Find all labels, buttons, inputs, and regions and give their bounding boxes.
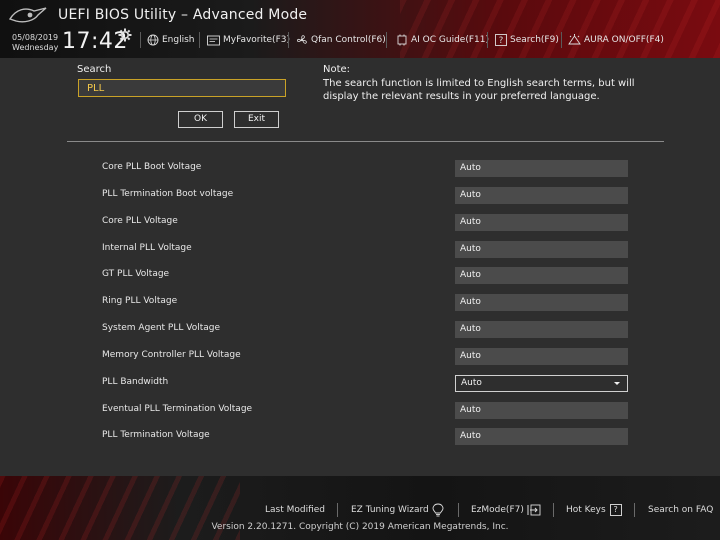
- setting-label: PLL Bandwidth: [102, 377, 169, 387]
- copyright-text: Version 2.20.1271. Copyright (C) 2019 Am…: [211, 522, 509, 532]
- question-key-icon: ?: [609, 504, 622, 516]
- footer-separator: [337, 503, 338, 517]
- setting-label: Eventual PLL Termination Voltage: [102, 404, 253, 414]
- menu-separator: [140, 32, 141, 48]
- setting-label: PLL Termination Boot voltage: [102, 189, 234, 199]
- setting-row: PLL Bandwidth Auto: [0, 374, 720, 401]
- dropdown-value: Auto: [461, 378, 482, 388]
- qfan-control-button[interactable]: Qfan Control(F6): [296, 31, 386, 49]
- setting-row: Internal PLL Voltage Auto: [0, 240, 720, 267]
- search-faq-label: Search on FAQ: [648, 505, 714, 515]
- search-menu-label: Search(F9): [510, 35, 559, 45]
- setting-row: PLL Termination Voltage Auto: [0, 427, 720, 454]
- setting-label: Memory Controller PLL Voltage: [102, 350, 241, 360]
- main-panel: Search OK Exit Note: The search function…: [0, 58, 720, 476]
- setting-value-field[interactable]: Auto: [455, 348, 628, 365]
- setting-row: System Agent PLL Voltage Auto: [0, 320, 720, 347]
- setting-row: PLL Termination Boot voltage Auto: [0, 186, 720, 213]
- setting-label: System Agent PLL Voltage: [102, 323, 220, 333]
- search-label: Search: [77, 64, 112, 75]
- ai-oc-guide-label: AI OC Guide(F11): [411, 35, 489, 45]
- setting-value-field[interactable]: Auto: [455, 267, 628, 284]
- language-label: English: [162, 35, 195, 45]
- setting-label: Core PLL Boot Voltage: [102, 162, 202, 172]
- menu-separator: [288, 32, 289, 48]
- search-input[interactable]: [78, 79, 286, 97]
- lightbulb-icon: [432, 503, 444, 517]
- qfan-control-label: Qfan Control(F6): [311, 35, 386, 45]
- hot-keys-label: Hot Keys: [566, 505, 606, 515]
- note-text: The search function is limited to Englis…: [323, 78, 635, 102]
- ok-button[interactable]: OK: [178, 111, 223, 128]
- setting-label: PLL Termination Voltage: [102, 430, 210, 440]
- setting-row: GT PLL Voltage Auto: [0, 266, 720, 293]
- weekday-text: Wednesday: [12, 43, 59, 52]
- setting-value-field[interactable]: Auto: [455, 214, 628, 231]
- ai-oc-guide-button[interactable]: AI OC Guide(F11): [396, 31, 489, 49]
- footer-bar: Last Modified EZ Tuning Wizard EzMode(F7…: [0, 476, 720, 540]
- aura-icon: [568, 34, 581, 45]
- ez-mode-button[interactable]: EzMode(F7): [471, 502, 541, 518]
- last-modified-label: Last Modified: [265, 505, 326, 515]
- setting-label: Core PLL Voltage: [102, 216, 178, 226]
- language-button[interactable]: English: [147, 31, 195, 49]
- search-faq-button[interactable]: Search on FAQ: [648, 502, 713, 518]
- footer-separator: [634, 503, 635, 517]
- globe-icon: [147, 34, 159, 46]
- setting-value-field[interactable]: Auto: [455, 294, 628, 311]
- rog-logo-icon: [8, 7, 47, 23]
- title-bar: UEFI BIOS Utility – Advanced Mode 05/08/…: [0, 0, 720, 58]
- myfavorite-button[interactable]: MyFavorite(F3): [207, 31, 290, 49]
- date-text: 05/08/2019: [12, 33, 59, 42]
- setting-value-field[interactable]: Auto: [455, 402, 628, 419]
- setting-label: Internal PLL Voltage: [102, 243, 192, 253]
- menu-separator: [561, 32, 562, 48]
- setting-value-field[interactable]: Auto: [455, 241, 628, 258]
- window-title: UEFI BIOS Utility – Advanced Mode: [58, 7, 308, 23]
- myfavorite-label: MyFavorite(F3): [223, 35, 290, 45]
- setting-value-field[interactable]: Auto: [455, 187, 628, 204]
- svg-text:?: ?: [499, 36, 504, 46]
- ez-tuning-label: EZ Tuning Wizard: [351, 505, 429, 515]
- header-decoration: [400, 0, 720, 58]
- footer-separator: [553, 503, 554, 517]
- search-button[interactable]: ? Search(F9): [495, 31, 559, 49]
- setting-row: Core PLL Boot Voltage Auto: [0, 159, 720, 186]
- favorite-icon: [207, 35, 220, 45]
- hot-keys-button[interactable]: Hot Keys ?: [566, 502, 622, 518]
- setting-row: Eventual PLL Termination Voltage Auto: [0, 401, 720, 428]
- date-display: 05/08/2019 Wednesday: [12, 33, 58, 53]
- setting-value-field[interactable]: Auto: [455, 428, 628, 445]
- menu-separator: [199, 32, 200, 48]
- pll-bandwidth-dropdown[interactable]: Auto: [455, 375, 628, 392]
- setting-row: Core PLL Voltage Auto: [0, 213, 720, 240]
- menu-separator: [386, 32, 387, 48]
- chevron-down-icon: [614, 382, 620, 385]
- footer-separator: [458, 503, 459, 517]
- exit-button[interactable]: Exit: [234, 111, 279, 128]
- aura-label: AURA ON/OFF(F4): [584, 35, 664, 45]
- menu-separator: [487, 32, 488, 48]
- ez-mode-label: EzMode(F7): [471, 505, 524, 515]
- exit-arrow-icon: [527, 504, 541, 516]
- last-modified-button[interactable]: Last Modified: [265, 502, 325, 518]
- aura-toggle-button[interactable]: AURA ON/OFF(F4): [568, 31, 664, 49]
- ez-tuning-wizard-button[interactable]: EZ Tuning Wizard: [351, 502, 444, 518]
- setting-label: Ring PLL Voltage: [102, 296, 178, 306]
- setting-value-field[interactable]: Auto: [455, 160, 628, 177]
- setting-row: Memory Controller PLL Voltage Auto: [0, 347, 720, 374]
- setting-label: GT PLL Voltage: [102, 269, 170, 279]
- fan-icon: [297, 35, 307, 44]
- question-icon: ?: [495, 34, 507, 46]
- setting-value-field[interactable]: Auto: [455, 321, 628, 338]
- note-title: Note:: [323, 64, 351, 75]
- divider: [67, 141, 664, 142]
- gear-icon[interactable]: [118, 28, 132, 42]
- ai-oc-icon: [397, 34, 407, 46]
- setting-row: Ring PLL Voltage Auto: [0, 293, 720, 320]
